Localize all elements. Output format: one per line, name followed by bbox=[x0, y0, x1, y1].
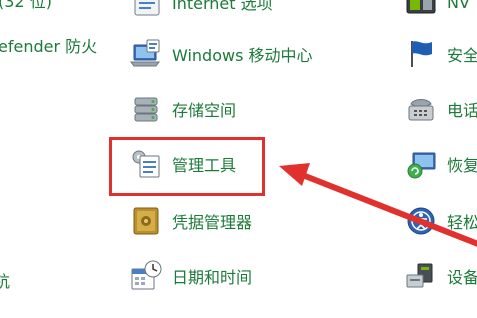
ease-of-access-item[interactable]: 轻松 bbox=[403, 203, 477, 239]
credential-manager-label: 凭据管理器 bbox=[172, 213, 253, 232]
vault-icon bbox=[128, 203, 164, 239]
devices-and-printers-item[interactable]: 设备 bbox=[403, 258, 477, 294]
phone-and-modem-item[interactable]: 电话 bbox=[403, 91, 477, 127]
nvidia-panel-icon bbox=[403, 0, 439, 20]
security-maintenance-label: 安全 bbox=[447, 46, 477, 65]
credential-manager-item[interactable]: 凭据管理器 bbox=[128, 203, 252, 239]
left-item-defender-firewall[interactable]: efender 防火 bbox=[0, 33, 97, 57]
recovery-item[interactable]: 恢复 bbox=[403, 146, 477, 182]
storage-spaces-label: 存储空间 bbox=[172, 101, 237, 120]
internet-options-label: Internet 选项 bbox=[172, 0, 273, 13]
flag-icon bbox=[403, 36, 439, 72]
calendar-clock-icon bbox=[128, 258, 164, 294]
laptop-icon bbox=[128, 36, 164, 72]
nvidia-control-panel-item[interactable]: NV bbox=[403, 0, 470, 20]
nvidia-control-panel-label: NV bbox=[447, 0, 470, 12]
security-maintenance-item[interactable]: 安全 bbox=[403, 36, 477, 72]
windows-mobility-center-label: Windows 移动中心 bbox=[172, 46, 313, 65]
left-item-32bit[interactable]: (32 位) bbox=[0, 0, 52, 12]
devices-and-printers-label: 设备 bbox=[447, 268, 477, 287]
control-panel-view: (32 位) efender 防火 钪 Internet 选项 Windows … bbox=[0, 0, 477, 318]
windows-mobility-center-item[interactable]: Windows 移动中心 bbox=[128, 36, 313, 72]
left-item-partial[interactable]: 钪 bbox=[0, 268, 10, 292]
phone-icon bbox=[403, 91, 439, 127]
devices-icon bbox=[403, 258, 439, 294]
recovery-icon bbox=[403, 146, 439, 182]
date-and-time-item[interactable]: 日期和时间 bbox=[128, 258, 252, 294]
date-and-time-label: 日期和时间 bbox=[172, 268, 253, 287]
ease-of-access-icon bbox=[403, 203, 439, 239]
drive-stack-icon bbox=[128, 91, 164, 127]
internet-options-icon bbox=[128, 0, 164, 20]
phone-and-modem-label: 电话 bbox=[447, 101, 477, 120]
storage-spaces-item[interactable]: 存储空间 bbox=[128, 91, 236, 127]
highlight-box bbox=[109, 137, 265, 196]
recovery-label: 恢复 bbox=[447, 156, 477, 175]
internet-options-item[interactable]: Internet 选项 bbox=[128, 0, 273, 20]
ease-of-access-label: 轻松 bbox=[447, 213, 477, 232]
